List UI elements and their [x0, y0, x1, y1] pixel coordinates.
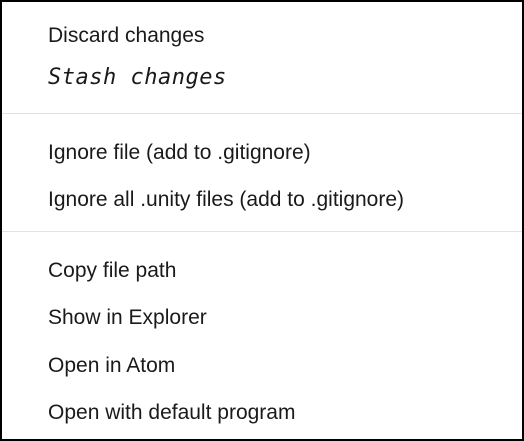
menu-item-open-with-default-program[interactable]: Open with default program: [2, 391, 522, 435]
menu-item-open-in-atom[interactable]: Open in Atom: [2, 344, 522, 388]
menu-item-discard-changes[interactable]: Discard changes: [2, 14, 522, 58]
context-menu: Discard changes Stash changes Ignore fil…: [0, 0, 524, 441]
menu-separator: [2, 113, 522, 114]
menu-item-ignore-file[interactable]: Ignore file (add to .gitignore): [2, 131, 522, 175]
menu-item-stash-changes[interactable]: Stash changes: [2, 56, 522, 100]
menu-item-show-in-explorer[interactable]: Show in Explorer: [2, 296, 522, 340]
menu-item-copy-file-path[interactable]: Copy file path: [2, 249, 522, 293]
menu-separator: [2, 231, 522, 232]
menu-item-ignore-all-unity-files[interactable]: Ignore all .unity files (add to .gitigno…: [2, 178, 522, 222]
